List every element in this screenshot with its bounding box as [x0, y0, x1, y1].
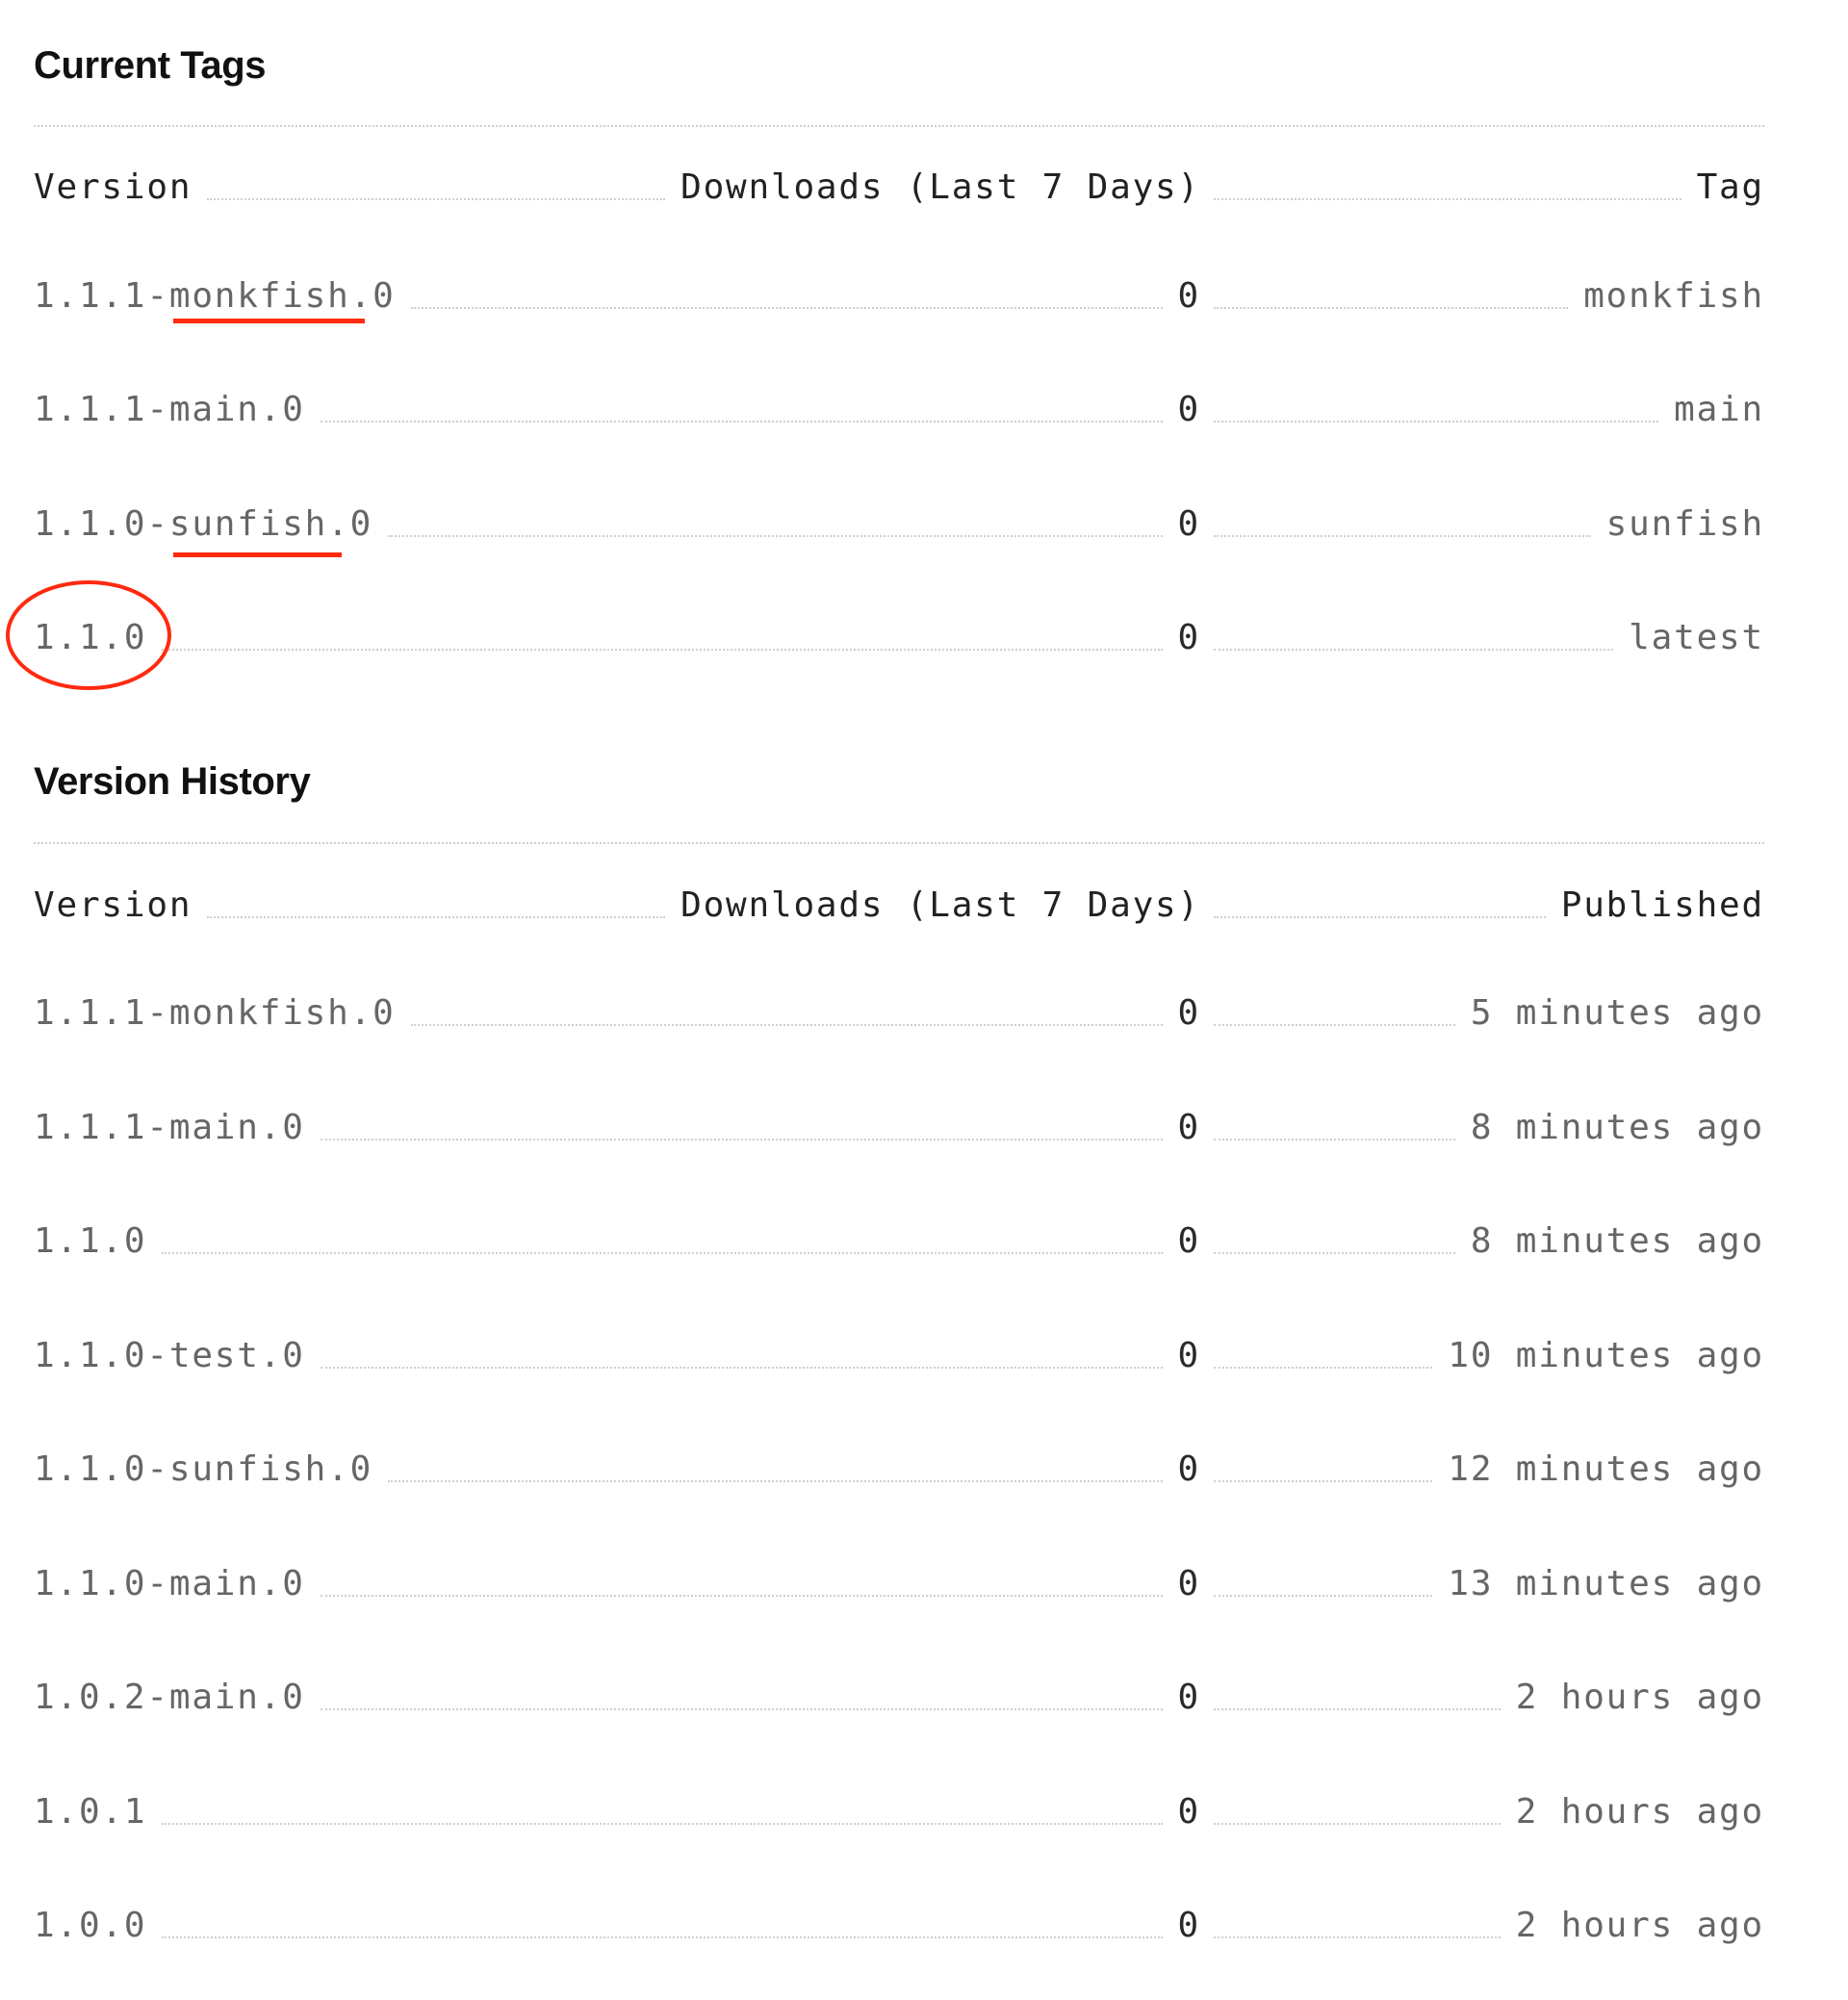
- downloads-count: 0: [1177, 618, 1200, 657]
- downloads-count: 0: [1177, 993, 1200, 1033]
- downloads-count: 0: [1177, 1906, 1200, 1945]
- history-row: 1.1.0-sunfish.0 0 12 minutes ago: [34, 1446, 1764, 1494]
- dotted-leader: [162, 649, 1163, 651]
- version-link[interactable]: 1.1.1-monkfish.0: [34, 272, 396, 321]
- version-link[interactable]: 1.1.0-main.0: [34, 1560, 305, 1608]
- current-tags-divider: [34, 125, 1764, 127]
- history-row: 1.0.0 0 2 hours ago: [34, 1902, 1764, 1950]
- tag-row: 1.1.1-main.0 0 main: [34, 386, 1764, 434]
- version-link[interactable]: 1.1.0-sunfish.0: [34, 500, 372, 549]
- downloads-count: 0: [1177, 504, 1200, 544]
- history-row: 1.0.1 0 2 hours ago: [34, 1788, 1764, 1836]
- version-link[interactable]: 1.0.1: [34, 1788, 146, 1836]
- dotted-leader: [1214, 1936, 1501, 1938]
- column-header-version: Version: [34, 885, 192, 925]
- dotted-leader: [410, 1024, 1163, 1026]
- downloads-count: 0: [1177, 1336, 1200, 1375]
- tag-row: 1.1.1-monkfish.0 0 monkfish: [34, 272, 1764, 321]
- history-row: 1.1.0-test.0 0 10 minutes ago: [34, 1332, 1764, 1380]
- history-row: 1.1.0-main.0 0 13 minutes ago: [34, 1560, 1764, 1608]
- dotted-leader: [207, 198, 666, 200]
- dotted-leader: [1214, 1252, 1455, 1254]
- version-link[interactable]: 1.1.0-sunfish.0: [34, 1446, 372, 1494]
- dotted-leader: [320, 1595, 1163, 1597]
- version-link[interactable]: 1.1.1-main.0: [34, 386, 305, 434]
- dotted-leader: [320, 421, 1163, 423]
- current-tags-heading: Current Tags: [34, 44, 267, 87]
- tag-name: monkfish: [1583, 276, 1764, 316]
- dotted-leader: [1214, 1480, 1433, 1482]
- dotted-leader: [1214, 421, 1659, 423]
- dotted-leader: [1214, 916, 1546, 918]
- history-row: 1.1.0 0 8 minutes ago: [34, 1218, 1764, 1266]
- dotted-leader: [388, 1480, 1163, 1482]
- version-link[interactable]: 1.1.1-main.0: [34, 1104, 305, 1152]
- version-link[interactable]: 1.1.0-test.0: [34, 1332, 305, 1380]
- dotted-leader: [1214, 1139, 1455, 1141]
- tag-row: 1.1.0-sunfish.0 0 sunfish: [34, 500, 1764, 549]
- version-link[interactable]: 1.1.1-monkfish.0: [34, 989, 396, 1038]
- published-time: 10 minutes ago: [1448, 1336, 1764, 1375]
- published-time: 12 minutes ago: [1448, 1449, 1764, 1489]
- current-tags-header-row: Version Downloads (Last 7 Days) Tag: [34, 164, 1764, 212]
- version-link[interactable]: 1.0.2-main.0: [34, 1674, 305, 1722]
- downloads-count: 0: [1177, 390, 1200, 429]
- downloads-count: 0: [1177, 1564, 1200, 1603]
- dotted-leader: [388, 535, 1163, 537]
- downloads-count: 0: [1177, 1108, 1200, 1147]
- dotted-leader: [320, 1139, 1163, 1141]
- tag-name: main: [1674, 390, 1764, 429]
- dotted-leader: [1214, 1595, 1433, 1597]
- dotted-leader: [162, 1252, 1163, 1254]
- dotted-leader: [207, 916, 666, 918]
- published-time: 8 minutes ago: [1470, 1221, 1764, 1261]
- dotted-leader: [162, 1936, 1163, 1938]
- published-time: 8 minutes ago: [1470, 1108, 1764, 1147]
- dotted-leader: [1214, 1708, 1501, 1710]
- published-time: 5 minutes ago: [1470, 993, 1764, 1033]
- published-time: 2 hours ago: [1515, 1678, 1764, 1717]
- history-row: 1.1.1-monkfish.0 0 5 minutes ago: [34, 989, 1764, 1038]
- version-link[interactable]: 1.1.0: [34, 614, 146, 662]
- column-header-downloads: Downloads (Last 7 Days): [680, 167, 1200, 207]
- published-time: 2 hours ago: [1515, 1906, 1764, 1945]
- tag-name: sunfish: [1605, 504, 1764, 544]
- history-row: 1.0.2-main.0 0 2 hours ago: [34, 1674, 1764, 1722]
- dotted-leader: [1214, 649, 1614, 651]
- dotted-leader: [1214, 1024, 1455, 1026]
- tag-row: 1.1.0 0 latest: [34, 614, 1764, 662]
- dotted-leader: [162, 1823, 1163, 1825]
- history-row: 1.1.1-main.0 0 8 minutes ago: [34, 1104, 1764, 1152]
- dotted-leader: [1214, 198, 1681, 200]
- version-link[interactable]: 1.1.0: [34, 1218, 146, 1266]
- downloads-count: 0: [1177, 1792, 1200, 1832]
- column-header-downloads: Downloads (Last 7 Days): [680, 885, 1200, 925]
- dotted-leader: [1214, 307, 1569, 309]
- published-time: 2 hours ago: [1515, 1792, 1764, 1832]
- column-header-published: Published: [1560, 885, 1764, 925]
- version-history-heading: Version History: [34, 760, 311, 803]
- downloads-count: 0: [1177, 1221, 1200, 1261]
- tag-name: latest: [1629, 618, 1764, 657]
- red-underline-annotation: [173, 552, 342, 557]
- dotted-leader: [1214, 535, 1591, 537]
- dotted-leader: [320, 1708, 1163, 1710]
- column-header-tag: Tag: [1696, 167, 1764, 207]
- dotted-leader: [320, 1367, 1163, 1369]
- dotted-leader: [410, 307, 1163, 309]
- version-link[interactable]: 1.0.0: [34, 1902, 146, 1950]
- version-history-divider: [34, 842, 1764, 844]
- dotted-leader: [1214, 1823, 1501, 1825]
- published-time: 13 minutes ago: [1448, 1564, 1764, 1603]
- column-header-version: Version: [34, 167, 192, 207]
- downloads-count: 0: [1177, 1678, 1200, 1717]
- downloads-count: 0: [1177, 276, 1200, 316]
- downloads-count: 0: [1177, 1449, 1200, 1489]
- version-history-header-row: Version Downloads (Last 7 Days) Publishe…: [34, 882, 1764, 930]
- dotted-leader: [1214, 1367, 1433, 1369]
